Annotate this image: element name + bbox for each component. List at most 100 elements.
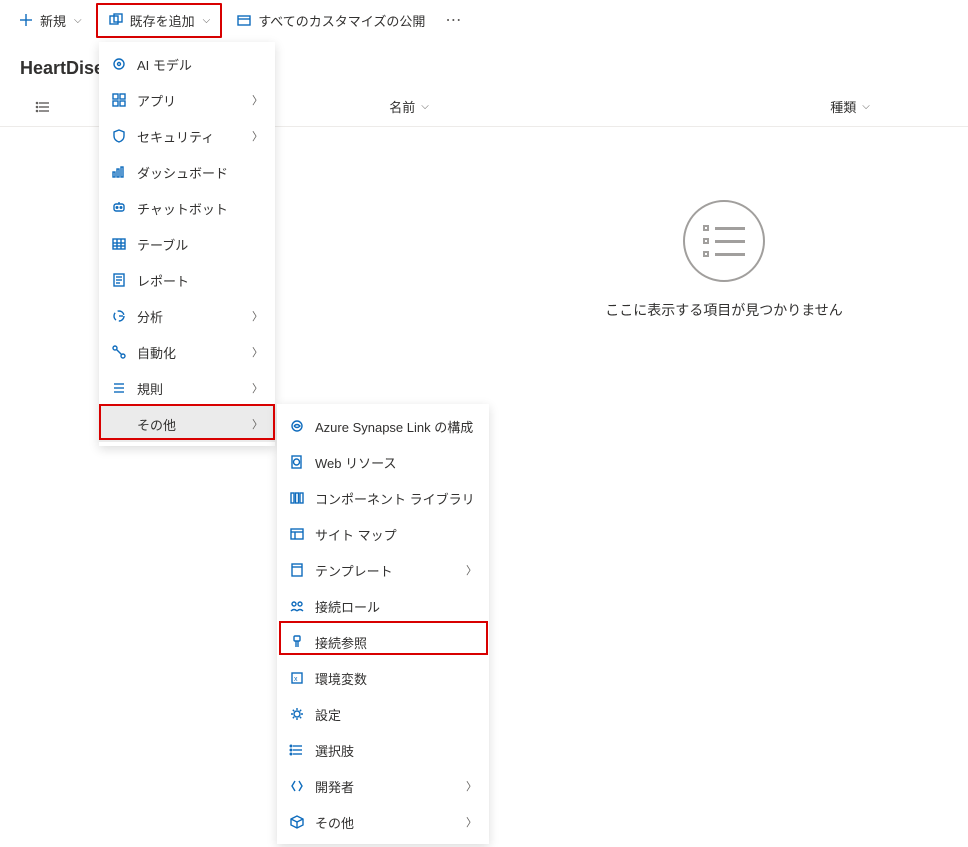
publish-button[interactable]: すべてのカスタマイズの公開 — [226, 5, 435, 36]
menu-item-app[interactable]: アプリ 〉 — [99, 82, 275, 118]
menu-item-label: 環境変数 — [315, 669, 367, 688]
shield-icon — [111, 128, 127, 144]
publish-label: すべてのカスタマイズの公開 — [258, 11, 425, 30]
settings-icon — [289, 706, 305, 722]
new-button-label: 新規 — [40, 11, 66, 30]
sitemap-icon — [289, 526, 305, 542]
chevron-right-icon: 〉 — [252, 416, 263, 432]
menu-item-label: 接続ロール — [315, 597, 380, 616]
menu-item-automation[interactable]: 自動化 〉 — [99, 334, 275, 370]
menu-item-chatbot[interactable]: チャットボット — [99, 190, 275, 226]
chevron-right-icon: 〉 — [252, 308, 263, 324]
template-icon — [289, 562, 305, 578]
plus-icon — [18, 12, 34, 28]
chevron-right-icon: 〉 — [466, 562, 477, 578]
menu-item-label: コンポーネント ライブラリ — [315, 489, 475, 508]
web-resource-icon — [289, 454, 305, 470]
command-bar: 新規 ⌵ 既存を追加 ⌵ すべてのカスタマイズの公開 ⋯ — [0, 0, 968, 40]
chevron-down-icon: ⌵ — [421, 101, 429, 112]
menu-item-label: Web リソース — [315, 453, 396, 472]
menu-item-label: テーブル — [137, 235, 188, 254]
publish-icon — [236, 12, 252, 28]
submenu-item-choice[interactable]: 選択肢 — [277, 732, 489, 768]
automation-icon — [111, 344, 127, 360]
submenu-item-connection-reference[interactable]: 接続参照 — [277, 624, 489, 660]
chevron-down-icon: ⌵ — [74, 15, 82, 26]
submenu-item-synapse[interactable]: Azure Synapse Link の構成 — [277, 408, 489, 444]
empty-state-message: ここに表示する項目が見つかりません — [605, 300, 843, 320]
menu-item-label: 設定 — [315, 705, 341, 724]
menu-item-security[interactable]: セキュリティ 〉 — [99, 118, 275, 154]
column-header-name-label: 名前 — [389, 97, 415, 116]
developer-icon — [289, 778, 305, 794]
menu-item-label: 選択肢 — [315, 741, 354, 760]
menu-item-dashboard[interactable]: ダッシュボード — [99, 154, 275, 190]
column-header-type-label: 種類 — [830, 97, 856, 116]
add-existing-button[interactable]: 既存を追加 ⌵ — [96, 3, 223, 38]
submenu-item-other[interactable]: その他 〉 — [277, 804, 489, 840]
submenu-item-template[interactable]: テンプレート 〉 — [277, 552, 489, 588]
chevron-right-icon: 〉 — [252, 344, 263, 360]
submenu-item-sitemap[interactable]: サイト マップ — [277, 516, 489, 552]
menu-item-label: 自動化 — [137, 343, 176, 362]
analysis-icon — [111, 308, 127, 324]
new-button[interactable]: 新規 ⌵ — [8, 5, 92, 36]
menu-item-label: AI モデル — [137, 55, 192, 74]
rule-icon — [111, 380, 127, 396]
chevron-down-icon: ⌵ — [203, 15, 211, 26]
report-icon — [111, 272, 127, 288]
menu-item-table[interactable]: テーブル — [99, 226, 275, 262]
add-existing-other-submenu: Azure Synapse Link の構成 Web リソース コンポーネント … — [277, 404, 489, 844]
connection-reference-icon — [289, 634, 305, 650]
menu-item-label: アプリ — [137, 91, 176, 110]
chevron-right-icon: 〉 — [466, 778, 477, 794]
add-existing-menu: AI モデル アプリ 〉 セキュリティ 〉 ダッシュボード チャットボット テー… — [99, 42, 275, 446]
menu-item-label: 接続参照 — [315, 633, 367, 652]
component-library-icon — [289, 490, 305, 506]
synapse-icon — [289, 418, 305, 434]
empty-state-icon — [683, 200, 765, 282]
menu-item-label: Azure Synapse Link の構成 — [315, 417, 473, 436]
submenu-item-connection-role[interactable]: 接続ロール — [277, 588, 489, 624]
package-icon — [289, 814, 305, 830]
column-header-type[interactable]: 種類 ⌵ — [740, 97, 960, 116]
chatbot-icon — [111, 200, 127, 216]
submenu-item-settings[interactable]: 設定 — [277, 696, 489, 732]
menu-item-label: サイト マップ — [315, 525, 397, 544]
menu-item-label: チャットボット — [137, 199, 228, 218]
submenu-item-developer[interactable]: 開発者 〉 — [277, 768, 489, 804]
add-existing-icon — [108, 12, 124, 28]
menu-item-rule[interactable]: 規則 〉 — [99, 370, 275, 406]
empty-state: ここに表示する項目が見つかりません — [480, 200, 968, 320]
menu-item-ai-model[interactable]: AI モデル — [99, 46, 275, 82]
add-existing-label: 既存を追加 — [130, 11, 195, 30]
menu-item-label: 規則 — [137, 379, 163, 398]
svg-text:x: x — [294, 676, 298, 683]
menu-item-label: テンプレート — [315, 561, 393, 580]
ai-model-icon — [111, 56, 127, 72]
menu-item-analysis[interactable]: 分析 〉 — [99, 298, 275, 334]
submenu-item-env-var[interactable]: x 環境変数 — [277, 660, 489, 696]
menu-item-label: 分析 — [137, 307, 163, 326]
chevron-right-icon: 〉 — [252, 380, 263, 396]
menu-item-label: 開発者 — [315, 777, 354, 796]
connection-role-icon — [289, 598, 305, 614]
environment-variable-icon: x — [289, 670, 305, 686]
menu-item-report[interactable]: レポート — [99, 262, 275, 298]
chevron-right-icon: 〉 — [252, 128, 263, 144]
table-icon — [111, 236, 127, 252]
menu-item-label: セキュリティ — [137, 127, 214, 146]
menu-item-other[interactable]: その他 〉 — [99, 406, 275, 442]
menu-item-label: レポート — [137, 271, 189, 290]
page-title: HeartDise — [20, 58, 104, 78]
app-icon — [111, 92, 127, 108]
chevron-right-icon: 〉 — [466, 814, 477, 830]
list-icon — [35, 99, 51, 115]
submenu-item-webres[interactable]: Web リソース — [277, 444, 489, 480]
chevron-right-icon: 〉 — [252, 92, 263, 108]
submenu-item-component[interactable]: コンポーネント ライブラリ — [277, 480, 489, 516]
menu-item-label: その他 — [315, 813, 354, 832]
menu-item-label: ダッシュボード — [137, 163, 228, 182]
more-commands-button[interactable]: ⋯ — [439, 10, 467, 30]
chevron-down-icon: ⌵ — [862, 101, 870, 112]
